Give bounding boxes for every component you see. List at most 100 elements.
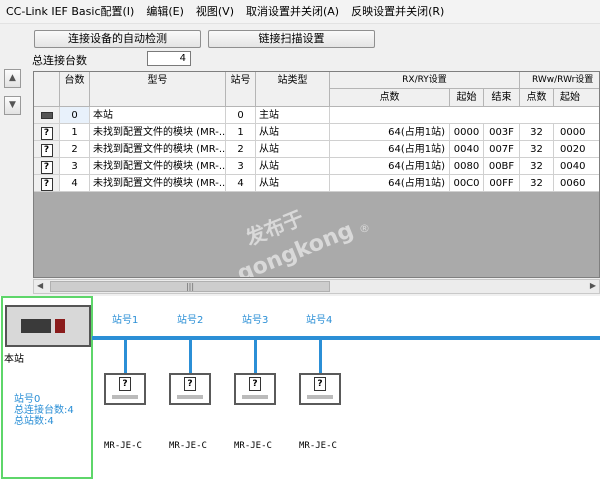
scroll-left-icon[interactable]: ◀ (37, 281, 43, 290)
table-row-points-rw[interactable]: 32 (520, 158, 554, 175)
row-icon: ? (34, 141, 60, 158)
network-bus-line (92, 336, 600, 340)
unknown-module-icon: ? (314, 377, 326, 391)
station-model-2: MR-JE-C (169, 441, 207, 451)
header-rwwr: RWw/RWr设置 (520, 72, 599, 89)
master-total-connected: 总连接台数:4 (14, 405, 74, 416)
station-label-4: 站号4 (306, 315, 333, 326)
menu-apply-close[interactable]: 反映设置并关闭(R) (345, 0, 450, 24)
unknown-module-icon: ? (40, 127, 53, 140)
table-row-unit[interactable]: 0 (60, 107, 90, 124)
table-row-points[interactable]: 64(占用1站) (330, 141, 450, 158)
triangle-down-icon: ▼ (9, 100, 16, 110)
unknown-module-icon: ? (40, 144, 53, 157)
master-module-image[interactable] (5, 305, 91, 347)
table-row-points[interactable]: 64(占用1站) (330, 175, 450, 192)
unknown-module-icon: ? (40, 178, 53, 191)
slave-module-bar (242, 395, 268, 399)
total-count-label: 总连接台数 (32, 54, 87, 67)
auto-detect-button[interactable]: 连接设备的自动检测 (34, 30, 201, 48)
station-drop-2 (189, 340, 192, 373)
table-row-model[interactable]: 本站 (90, 107, 226, 124)
table-row-points-rw[interactable]: 32 (520, 175, 554, 192)
header-points: 点数 (330, 89, 450, 107)
link-scan-button[interactable]: 链接扫描设置 (208, 30, 375, 48)
table-row-points[interactable]: 64(占用1站) (330, 124, 450, 141)
table-row-unit[interactable]: 4 (60, 175, 90, 192)
table-row-end: 007F (484, 141, 520, 158)
table-row-station-type[interactable]: 从站 (256, 124, 330, 141)
master-total-stations: 总站数:4 (14, 416, 54, 427)
table-row-station-type[interactable]: 从站 (256, 141, 330, 158)
row-icon: ? (34, 158, 60, 175)
header-model: 型号 (90, 72, 226, 107)
move-down-button[interactable]: ▼ (4, 96, 21, 115)
unknown-module-icon: ? (249, 377, 261, 391)
station-drop-4 (319, 340, 322, 373)
scroll-thumb[interactable]: ||| (50, 281, 330, 292)
table-row-empty (330, 107, 599, 124)
table-row-unit[interactable]: 3 (60, 158, 90, 175)
table-row-start-rw: 0040 (554, 158, 599, 175)
table-row-end: 003F (484, 124, 520, 141)
table-row-station-no[interactable]: 0 (226, 107, 256, 124)
menu-view[interactable]: 视图(V) (190, 0, 240, 24)
table-horizontal-scrollbar[interactable]: ◀ ||| ▶ (33, 279, 600, 294)
master-module-display (21, 319, 51, 333)
table-row-start-rw: 0060 (554, 175, 599, 192)
scroll-right-icon[interactable]: ▶ (590, 281, 596, 290)
menu-edit[interactable]: 编辑(E) (140, 0, 190, 24)
header-end: 结束 (484, 89, 520, 107)
header-station-no: 站号 (226, 72, 256, 107)
unknown-module-icon: ? (184, 377, 196, 391)
slave-module-1[interactable]: ? (104, 373, 146, 405)
settings-panel: 连接设备的自动检测 链接扫描设置 总连接台数 4 ▲ ▼ 台数 型号 站号 站类… (0, 24, 600, 296)
move-up-button[interactable]: ▲ (4, 69, 21, 88)
table-row-end: 00FF (484, 175, 520, 192)
table-row-points[interactable]: 64(占用1站) (330, 158, 450, 175)
header-points-rw: 点数 (520, 89, 554, 107)
table-row-points-rw[interactable]: 32 (520, 124, 554, 141)
master-label: 本站 (4, 354, 24, 365)
total-count-field: 4 (147, 51, 191, 66)
table-row-points-rw[interactable]: 32 (520, 141, 554, 158)
table-row-model[interactable]: 未找到配置文件的模块 (MR-... (90, 175, 226, 192)
table-row-unit[interactable]: 2 (60, 141, 90, 158)
header-start-rw: 起始 (554, 89, 599, 107)
station-model-3: MR-JE-C (234, 441, 272, 451)
unknown-module-icon: ? (40, 161, 53, 174)
menu-cancel-close[interactable]: 取消设置并关闭(A) (240, 0, 345, 24)
master-station-no: 站号0 (14, 394, 41, 405)
table-row-start: 0080 (450, 158, 484, 175)
station-label-1: 站号1 (112, 315, 139, 326)
station-model-4: MR-JE-C (299, 441, 337, 451)
table-row-model[interactable]: 未找到配置文件的模块 (MR-... (90, 124, 226, 141)
menu-cclink[interactable]: CC-Link IEF Basic配置(I) (0, 0, 140, 24)
master-module-icon (40, 112, 53, 119)
row-icon: ? (34, 124, 60, 141)
table-row-start: 0040 (450, 141, 484, 158)
slave-module-2[interactable]: ? (169, 373, 211, 405)
table-row-start-rw: 0020 (554, 141, 599, 158)
station-table: 台数 型号 站号 站类型 RX/RY设置 RWw/RWr设置 点数 起始 结束 … (33, 71, 600, 278)
triangle-up-icon: ▲ (9, 73, 16, 83)
table-row-start: 00C0 (450, 175, 484, 192)
watermark-mark: ® (359, 222, 370, 235)
table-row-station-type[interactable]: 从站 (256, 175, 330, 192)
table-row-station-type[interactable]: 主站 (256, 107, 330, 124)
table-row-station-no[interactable]: 3 (226, 158, 256, 175)
station-model-1: MR-JE-C (104, 441, 142, 451)
table-row-unit[interactable]: 1 (60, 124, 90, 141)
header-unit: 台数 (60, 72, 90, 107)
master-info: 站号0 总连接台数:4 总站数:4 (14, 394, 74, 427)
slave-module-3[interactable]: ? (234, 373, 276, 405)
table-row-model[interactable]: 未找到配置文件的模块 (MR-... (90, 158, 226, 175)
table-row-model[interactable]: 未找到配置文件的模块 (MR-... (90, 141, 226, 158)
slave-module-4[interactable]: ? (299, 373, 341, 405)
table-row-station-no[interactable]: 4 (226, 175, 256, 192)
network-diagram: 本站 站号0 总连接台数:4 总站数:4 站号1 ? MR-JE-C 站号2 ?… (0, 296, 600, 479)
table-row-station-type[interactable]: 从站 (256, 158, 330, 175)
table-row-station-no[interactable]: 1 (226, 124, 256, 141)
station-label-2: 站号2 (177, 315, 204, 326)
table-row-station-no[interactable]: 2 (226, 141, 256, 158)
